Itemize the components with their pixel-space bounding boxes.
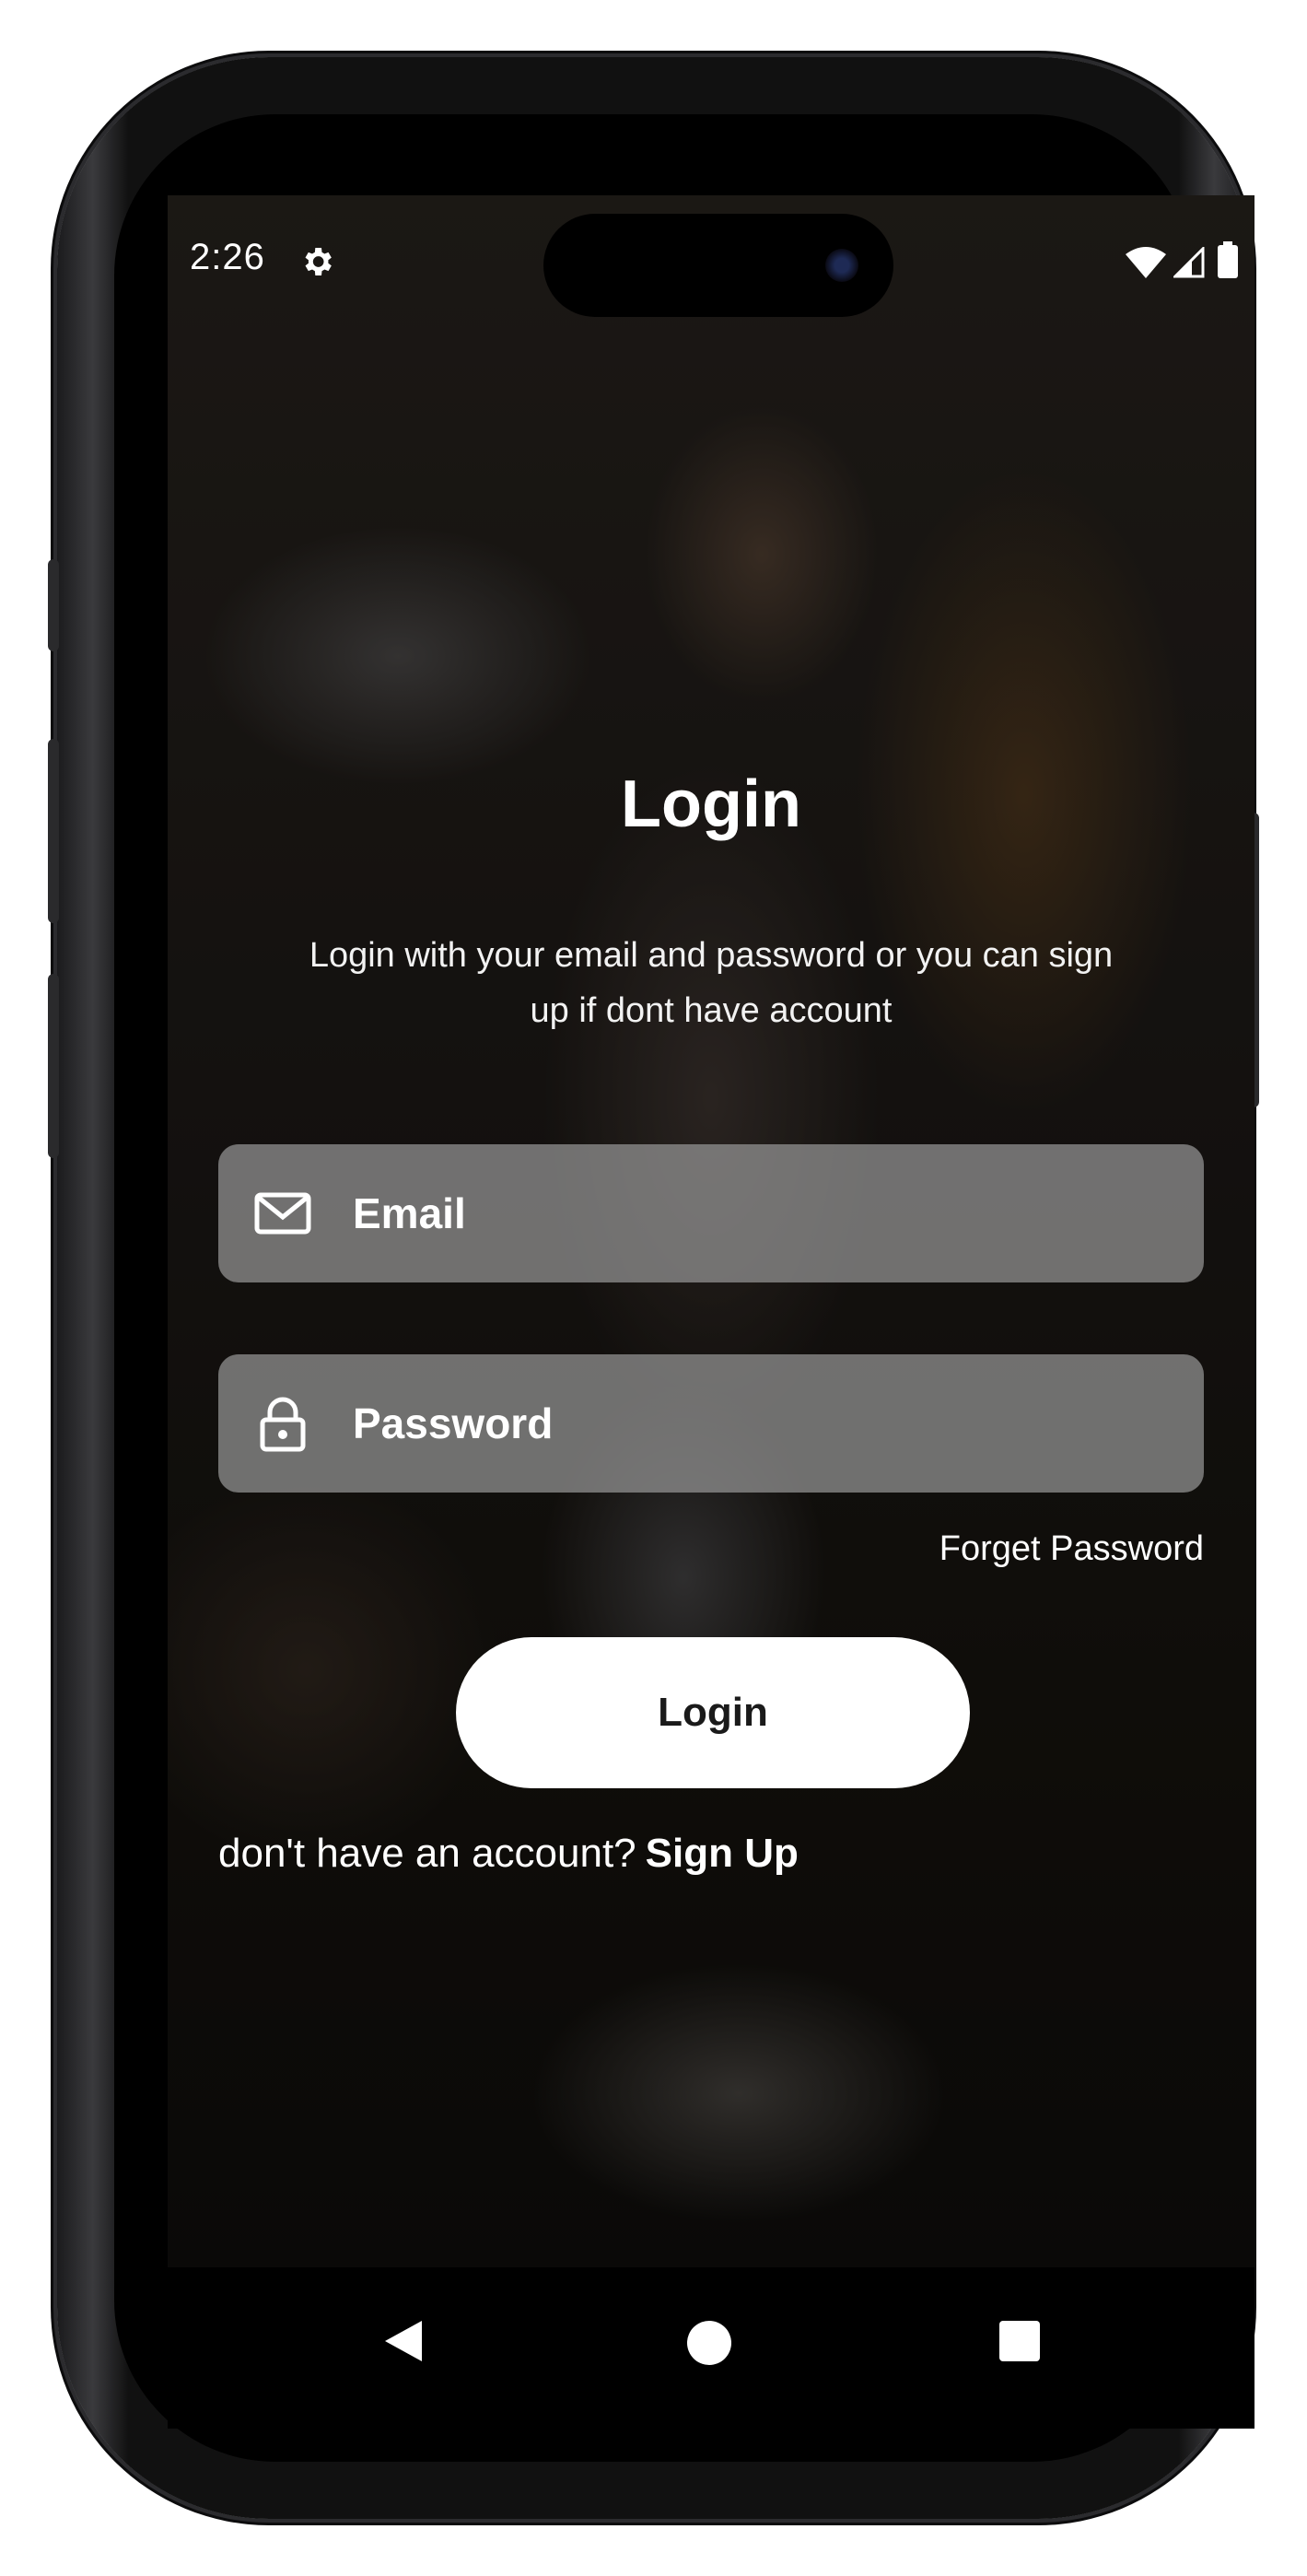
signup-link[interactable]: Sign Up — [646, 1831, 799, 1876]
mail-icon — [254, 1192, 311, 1235]
phone-frame: 2:26 Login Login with your email and pas… — [48, 57, 1259, 2519]
action-button — [48, 559, 59, 651]
navigation-bar — [168, 2267, 1254, 2429]
forgot-password-link[interactable]: Forget Password — [939, 1529, 1204, 1569]
wifi-icon — [1126, 247, 1166, 278]
page-subtitle: Login with your email and password or yo… — [309, 936, 1114, 1030]
bezel: 2:26 Login Login with your email and pas… — [114, 114, 1254, 2462]
signup-row: don't have an account? Sign Up — [218, 1831, 799, 1877]
volume-up-button — [48, 739, 59, 923]
login-button[interactable]: Login — [456, 1637, 970, 1788]
password-input[interactable] — [353, 1354, 1204, 1493]
signal-icon — [1173, 247, 1205, 278]
camera-lens — [825, 249, 858, 282]
status-bar: 2:26 — [168, 195, 1254, 317]
volume-down-button — [48, 974, 59, 1158]
status-time: 2:26 — [190, 237, 265, 277]
camera-cutout — [543, 214, 893, 317]
gym-background-image — [168, 195, 1254, 2429]
recents-icon[interactable] — [999, 2321, 1040, 2361]
password-field[interactable] — [218, 1354, 1204, 1493]
lock-icon — [260, 1397, 306, 1452]
app-screen: 2:26 Login Login with your email and pas… — [168, 195, 1254, 2429]
back-icon[interactable] — [378, 2315, 429, 2367]
signup-prompt: don't have an account? — [218, 1831, 636, 1876]
email-input[interactable] — [353, 1144, 1204, 1282]
settings-icon — [305, 248, 332, 275]
page-title: Login — [621, 767, 801, 841]
email-field[interactable] — [218, 1144, 1204, 1282]
battery-icon — [1218, 241, 1238, 278]
home-icon[interactable] — [687, 2321, 731, 2365]
